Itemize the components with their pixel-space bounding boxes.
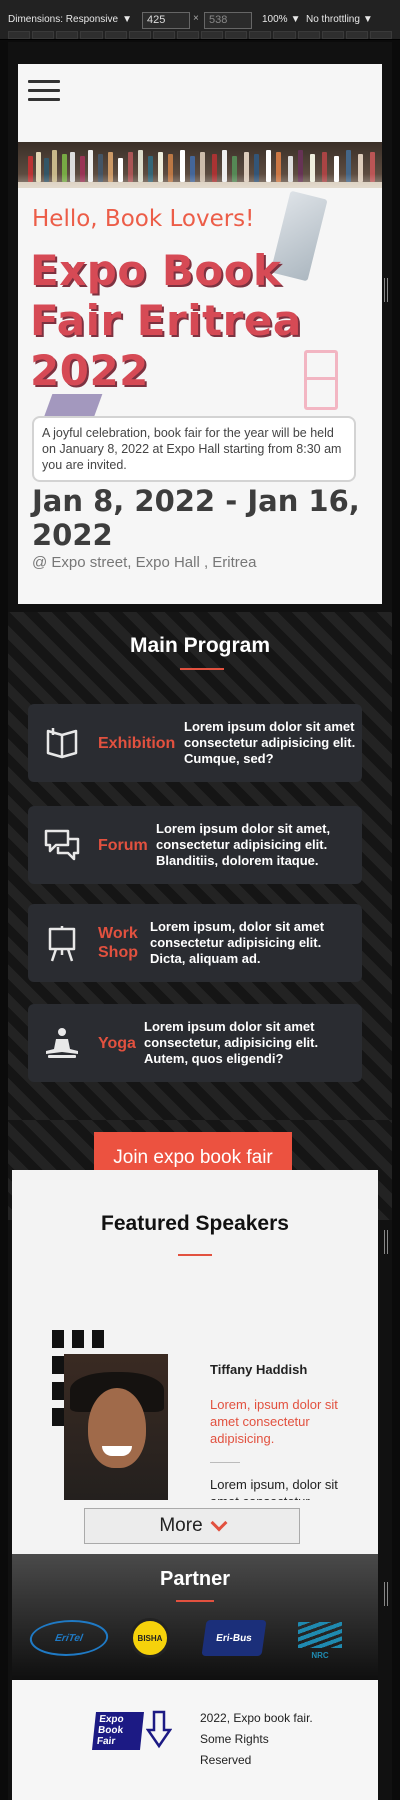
- easel-board-icon: [48, 926, 76, 962]
- throttling-dropdown[interactable]: No throttling ▼: [306, 10, 373, 28]
- hero-section: Hello, Book Lovers! Expo Book Fair Eritr…: [18, 64, 382, 604]
- more-button[interactable]: More: [84, 1508, 300, 1544]
- title-underline: [180, 668, 224, 670]
- caret-down-icon: ▼: [362, 13, 373, 25]
- program-text: Lorem ipsum dolor sit amet, consectetur …: [156, 821, 331, 868]
- dimensions-dropdown[interactable]: Dimensions: Responsive ▼: [8, 10, 132, 28]
- open-book-icon: [46, 728, 78, 759]
- program-text: Lorem ipsum dolor sit amet consectetur a…: [184, 719, 356, 766]
- resize-handle[interactable]: [384, 1582, 388, 1606]
- width-input[interactable]: 425: [142, 12, 190, 29]
- height-input[interactable]: 538: [204, 12, 252, 29]
- caret-down-icon: ▼: [122, 13, 132, 25]
- program-card-exhibition[interactable]: Exhibition Lorem ipsum dolor sit amet co…: [28, 704, 362, 782]
- section-title: Featured Speakers: [101, 1212, 289, 1235]
- throttling-label: No throttling: [306, 13, 360, 25]
- chevron-down-icon: [210, 1514, 228, 1532]
- program-card-yoga[interactable]: Yoga Lorem ipsum dolor sit amet consecte…: [28, 1004, 362, 1082]
- program-text: Lorem ipsum, dolor sit amet consectetur …: [150, 919, 325, 966]
- featured-speakers-section: Featured Speakers Tiffany Haddish Lorem,…: [12, 1170, 378, 1500]
- program-name: Yoga: [98, 1034, 136, 1052]
- bisha-logo[interactable]: BISHA: [130, 1618, 170, 1658]
- footer-copyright: 2022, Expo book fair. Some Rights Reserv…: [200, 1711, 313, 1767]
- program-name: Forum: [98, 836, 148, 854]
- chat-bubbles-icon: [44, 829, 80, 861]
- section-title: Main Program: [129, 634, 271, 657]
- main-program-section: Main Program Exhibition Lorem ipsum dolo…: [8, 612, 392, 1120]
- eribus-logo[interactable]: Eri-Bus: [201, 1620, 267, 1656]
- partner-section: Partner EriTel BISHA Eri-Bus NRC: [12, 1554, 378, 1680]
- hero-greeting: Hello, Book Lovers!: [32, 206, 255, 232]
- divider: [210, 1462, 240, 1463]
- times-icon: ×: [193, 13, 199, 24]
- footer: Expo Book Fair 2022, Expo book fair. Som…: [12, 1680, 378, 1800]
- responsive-viewport: Hello, Book Lovers! Expo Book Fair Eritr…: [8, 42, 392, 1800]
- hero-title: Expo Book Fair Eritrea 2022: [30, 246, 302, 395]
- arrow-down-icon: [146, 1710, 172, 1749]
- resize-handle[interactable]: [384, 1230, 388, 1254]
- speaker-photo: [64, 1354, 168, 1500]
- program-name: Work Shop: [98, 925, 138, 961]
- meditation-icon: [46, 1028, 78, 1058]
- hero-description: A joyful celebration, book fair for the …: [32, 416, 356, 482]
- program-card-forum[interactable]: Forum Lorem ipsum dolor sit amet, consec…: [28, 806, 362, 884]
- speaker-role: Lorem, ipsum dolor sit amet consectetur …: [210, 1397, 338, 1446]
- program-card-workshop[interactable]: Work Shop Lorem ipsum, dolor sit amet co…: [28, 904, 362, 982]
- zoom-dropdown[interactable]: 100% ▼: [262, 10, 300, 28]
- eritel-logo[interactable]: EriTel: [26, 1620, 112, 1656]
- program-name: Exhibition: [98, 734, 176, 752]
- resize-handle[interactable]: [384, 278, 388, 302]
- title-underline: [176, 1600, 214, 1602]
- media-query-bar[interactable]: [8, 31, 392, 39]
- event-location: @ Expo street, Expo Hall , Eritrea: [32, 554, 257, 571]
- section-title: Partner: [159, 1568, 231, 1590]
- decorative-book-stack-image: [43, 394, 103, 418]
- caret-down-icon: ▼: [290, 13, 301, 25]
- expo-book-fair-logo[interactable]: Expo Book Fair: [92, 1706, 178, 1750]
- more-band: More: [12, 1500, 378, 1560]
- nrc-logo[interactable]: NRC: [292, 1620, 348, 1660]
- more-label: More: [159, 1515, 203, 1536]
- event-dates: Jan 8, 2022 - Jan 16, 2022: [32, 484, 360, 552]
- dimensions-label: Dimensions: Responsive: [8, 13, 119, 25]
- devtools-toolbar: Dimensions: Responsive ▼ 425 × 538 100% …: [0, 0, 400, 40]
- zoom-label: 100%: [262, 13, 288, 25]
- speaker-bio: Lorem ipsum, dolor sit amet consectetur: [210, 1477, 338, 1500]
- hamburger-menu-icon[interactable]: [28, 80, 60, 104]
- speaker-name: Tiffany Haddish: [210, 1362, 308, 1377]
- title-underline: [178, 1254, 212, 1256]
- program-text: Lorem ipsum dolor sit amet consectetur, …: [144, 1019, 319, 1066]
